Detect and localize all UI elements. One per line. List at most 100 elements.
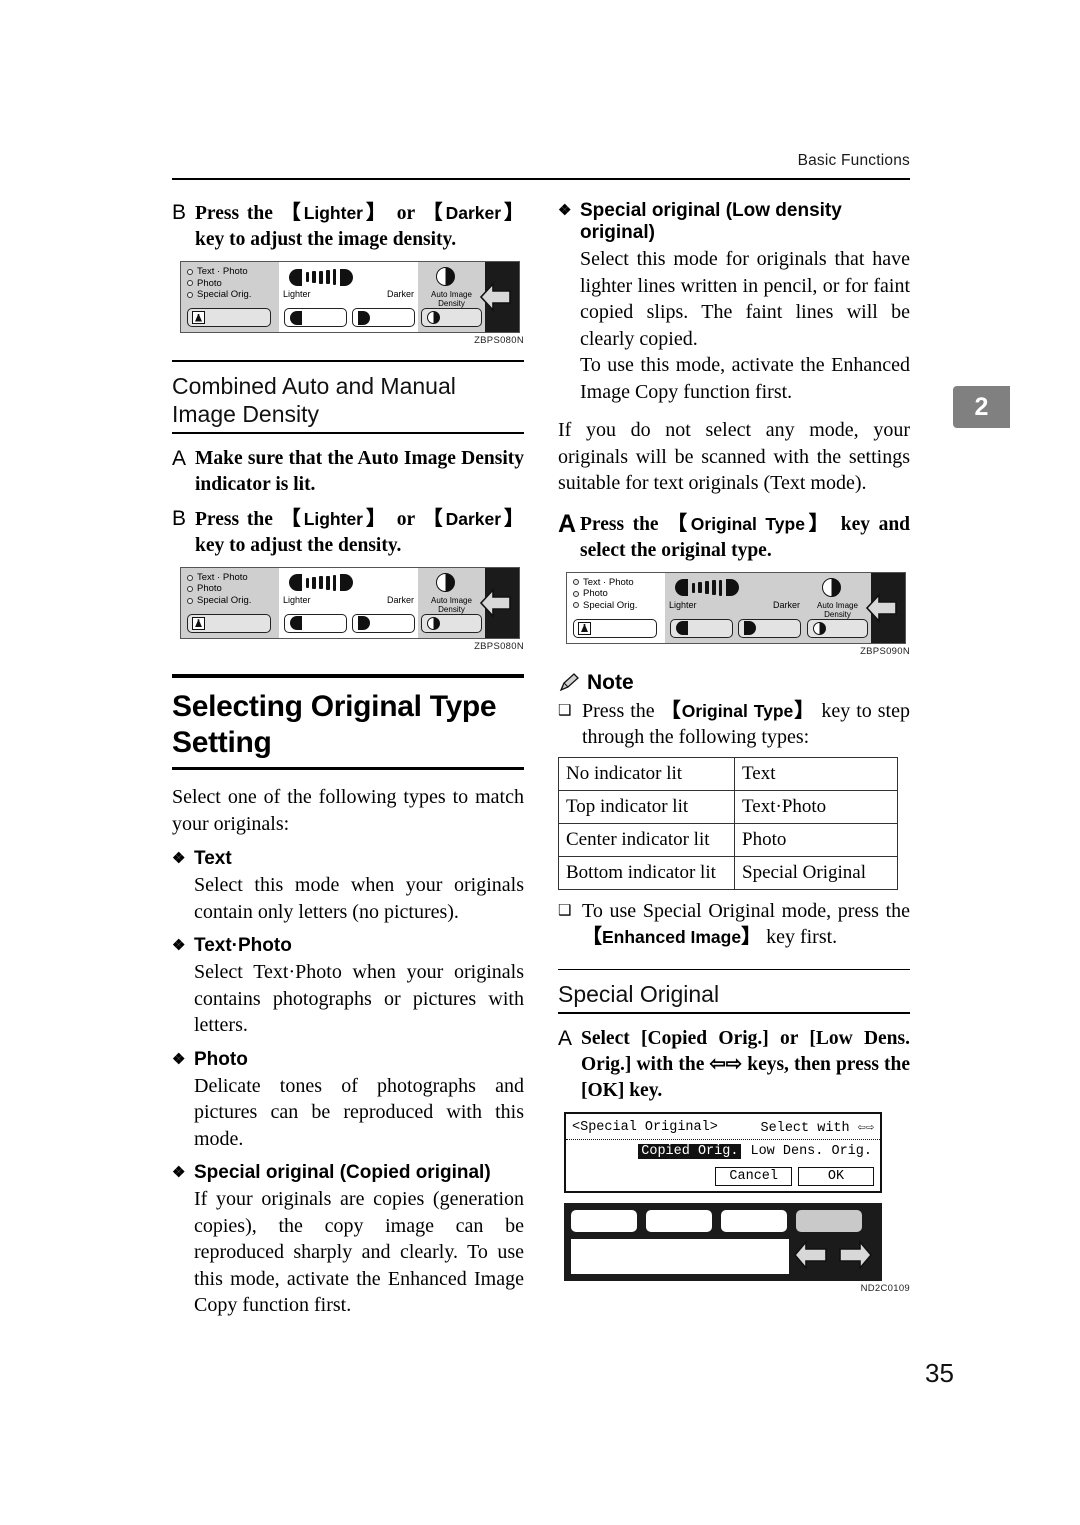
lcd-option-copied-orig[interactable]: Copied Orig.: [638, 1144, 742, 1160]
square-bullet-icon: ❑: [558, 702, 572, 719]
panel-zone-auto-density: Auto Image Density: [418, 568, 485, 638]
lighter-key: [284, 613, 347, 633]
label-auto-image-density: Auto Image Density: [431, 595, 472, 614]
lcd-title: <Special Original>: [572, 1120, 718, 1136]
darker-halfmoon-icon: [339, 574, 353, 592]
darker-icon: [744, 621, 756, 635]
left-arrow-icon: [479, 587, 511, 618]
square-bullet-icon: ❑: [558, 902, 572, 919]
left-arrow-icon: [793, 1240, 827, 1271]
darker-icon: [358, 310, 370, 325]
key-original-type: Original Type: [681, 700, 794, 721]
type-name: Text: [194, 848, 232, 870]
lighter-key: [284, 308, 347, 327]
original-type-indicators: Text · Photo Photo Special Orig.: [187, 572, 251, 607]
note-text-pre: To use Special Original mode, press the: [582, 899, 910, 922]
left-column: B Press the 【Lighter】 or 【Darker】 key to…: [172, 200, 524, 1319]
density-tick: [333, 269, 337, 285]
panel-zone-auto-density: Auto Image Density: [804, 573, 871, 643]
lcd-cancel-button[interactable]: Cancel: [715, 1167, 792, 1187]
note-text-pre: Press the: [582, 699, 661, 722]
original-type-indicators: Text · Photo Photo Special Orig.: [573, 577, 637, 612]
section-rule-top: [558, 968, 910, 971]
indicator-dot-photo: [187, 586, 193, 593]
figure-panel-density-1: Text · Photo Photo Special Orig. Lighter…: [180, 261, 524, 346]
auto-image-density-icon: [436, 572, 455, 592]
cell-type: Photo: [734, 822, 898, 857]
keypad-soft-key-2: [646, 1210, 712, 1233]
density-scale: [289, 573, 353, 593]
step-text-mid: or: [388, 508, 423, 530]
lcd-ok-button[interactable]: OK: [798, 1167, 874, 1187]
indicator-dot-text-photo: [187, 268, 193, 275]
section-heading-combined: Combined Auto and Manual Image Density: [172, 372, 456, 427]
diamond-bullet-icon: ❖: [172, 1164, 186, 1182]
diamond-bullet-icon: ❖: [172, 937, 186, 955]
auto-density-key-icon: [427, 616, 440, 630]
auto-density-key-icon: [427, 311, 440, 324]
density-scale: [675, 578, 739, 598]
figure-id: ZBPS080N: [474, 640, 524, 652]
lcd-screen: <Special Original> Select with ⇦⇨ Copied…: [564, 1112, 882, 1194]
keypad-display: [571, 1239, 789, 1275]
density-keys: [284, 613, 415, 633]
density-scale-labels: Lighter Darker: [669, 600, 800, 610]
panel-zone-original-type: Text · Photo Photo Special Orig.: [181, 568, 279, 638]
type-heading-text: ❖ Text: [172, 848, 524, 870]
note-text: To use Special Original mode, press the …: [582, 899, 910, 949]
step-text: Press the 【Lighter】 or 【Darker】 key to a…: [195, 202, 525, 250]
cell-indicator: Center indicator lit: [558, 822, 735, 857]
type-heading-special-copied: ❖ Special original (Copied original): [172, 1162, 524, 1184]
panel-zone-arrow: [865, 572, 905, 643]
indicator-label-photo: Photo: [197, 277, 222, 289]
type-name: Text·Photo: [194, 935, 292, 957]
section-rule-bottom: [558, 1012, 910, 1015]
step-letter: A: [172, 446, 187, 470]
cell-indicator: Top indicator lit: [558, 789, 735, 824]
type-description-text-photo: Select Text·Photo when your originals co…: [194, 961, 524, 1037]
diamond-bullet-icon: ❖: [172, 1050, 186, 1068]
step-text: Press the 【Original Type】 key and select…: [580, 512, 911, 561]
lighter-halfmoon-icon: [289, 574, 302, 592]
cell-indicator: No indicator lit: [558, 756, 735, 791]
manual-page: Basic Functions 2 35 B Press the 【Lighte…: [0, 0, 1080, 1525]
indicator-dot-text-photo: [573, 579, 579, 586]
step-text-mid: or: [388, 203, 423, 224]
density-tick: [326, 269, 330, 285]
section-rule-top: [172, 360, 524, 362]
darker-key: [352, 308, 415, 327]
note-text: Press the 【Original Type】 key to step th…: [582, 699, 910, 749]
panel-zone-density: Lighter Darker: [279, 262, 418, 332]
step-press-lighter-darker: B Press the 【Lighter】 or 【Darker】 key to…: [172, 200, 524, 253]
type-heading-text-photo: ❖ Text·Photo: [172, 935, 524, 957]
diamond-bullet-icon: ❖: [558, 202, 572, 219]
step-press-original-type: A Press the 【Original Type】 key and sele…: [558, 511, 910, 564]
indicator-label-photo: Photo: [197, 583, 222, 595]
page-title: Selecting Original Type Setting: [172, 690, 497, 760]
darker-key: [738, 618, 801, 638]
auto-density-key-icon: [813, 621, 826, 635]
panel-zone-original-type: Text · Photo Photo Special Orig.: [567, 572, 665, 643]
pencil-icon: [559, 672, 579, 691]
label-darker: Darker: [772, 599, 800, 610]
running-head: Basic Functions: [797, 152, 910, 169]
density-tick: [691, 582, 695, 593]
density-tick: [698, 581, 702, 594]
lcd-option-low-dens-orig[interactable]: Low Dens. Orig.: [750, 1144, 872, 1159]
indicator-label-photo: Photo: [583, 588, 608, 599]
keypad-arrow-keys: [792, 1239, 874, 1271]
note-item-enhanced-image: ❑ To use Special Original mode, press th…: [558, 898, 910, 951]
indicator-dot-photo: [187, 280, 193, 287]
auto-image-density-icon: [436, 267, 455, 286]
main-heading-rule-bottom: [172, 767, 524, 771]
main-heading-rule-top: [172, 673, 524, 679]
label-darker: Darker: [386, 289, 414, 299]
lighter-halfmoon-icon: [675, 579, 688, 596]
density-tick: [705, 581, 709, 594]
key-lighter: Lighter: [303, 203, 363, 223]
indicator-dot-special-orig: [187, 597, 193, 604]
original-type-key: [187, 308, 271, 327]
type-description-special-copied: If your originals are copies (generation…: [194, 1188, 524, 1317]
original-type-indicators: Text · Photo Photo Special Orig.: [187, 266, 251, 301]
panel-zone-arrow: [479, 262, 519, 332]
